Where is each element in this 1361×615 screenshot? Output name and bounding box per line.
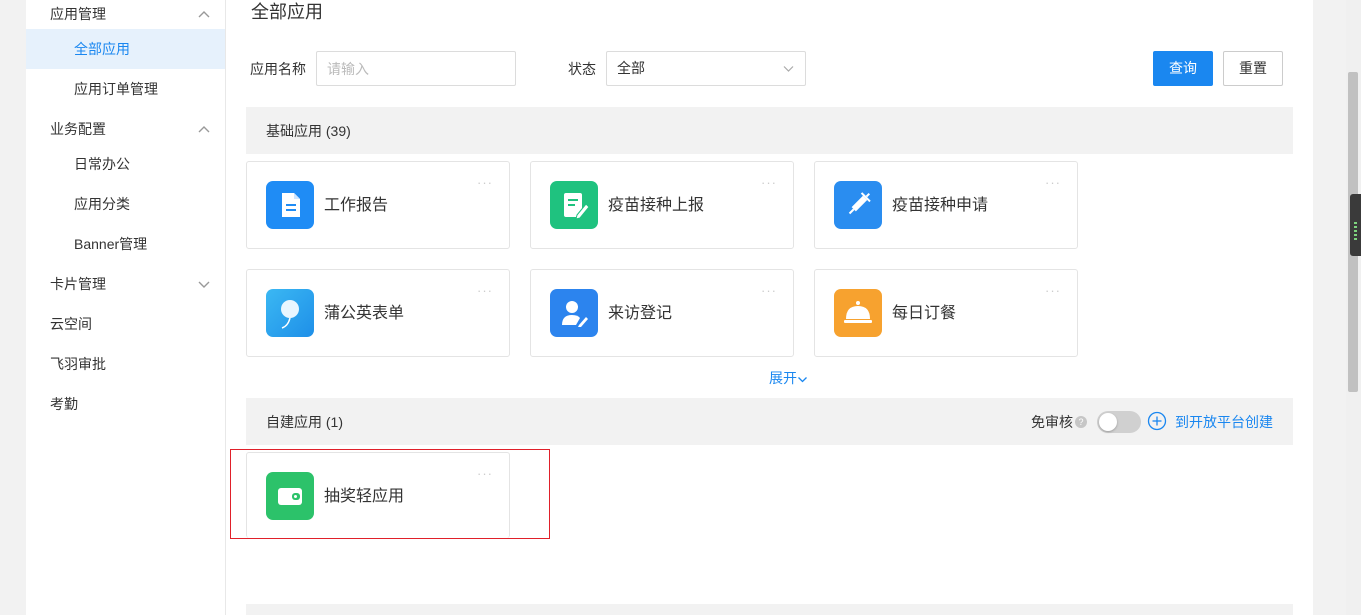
sidebar-item-label: 应用分类 (74, 196, 130, 212)
chevron-down-icon (783, 66, 794, 72)
help-icon[interactable]: ? (1075, 416, 1087, 428)
app-card-vaccine-report[interactable]: 疫苗接种上报 ··· (530, 161, 794, 249)
app-card-visitor-register[interactable]: 来访登记 ··· (530, 269, 794, 357)
app-name: 疫苗接种上报 (608, 197, 705, 214)
sidebar-group-card-management[interactable]: 卡片管理 (26, 264, 225, 304)
app-name: 蒲公英表单 (324, 305, 405, 322)
basic-apps-header: 基础应用 (39) (246, 107, 1293, 154)
highlight-box (230, 449, 550, 539)
basic-apps-title: 基础应用 (39) (266, 123, 351, 139)
next-section-header (246, 604, 1293, 615)
free-review-toggle[interactable] (1097, 411, 1141, 433)
chevron-up-icon (198, 11, 210, 18)
app-card-daily-meal[interactable]: 每日订餐 ··· (814, 269, 1078, 357)
expand-link[interactable]: 展开 (769, 368, 808, 388)
sidebar-item-label: 应用订单管理 (74, 81, 158, 97)
reset-button[interactable]: 重置 (1223, 51, 1283, 86)
expand-label: 展开 (769, 370, 797, 386)
sidebar-item-approval[interactable]: 飞羽审批 (26, 344, 225, 384)
food-cloche-icon (834, 289, 882, 337)
sidebar-item-app-category[interactable]: 应用分类 (26, 184, 225, 224)
page-title: 全部应用 (251, 2, 323, 22)
create-on-open-platform-link[interactable]: 到开放平台创建 (1175, 411, 1273, 433)
app-card-work-report[interactable]: 工作报告 ··· (246, 161, 510, 249)
main-content: 全部应用 应用名称 状态 全部 查询 重置 基础应用 (39) 工作报告 ··· (226, 0, 1313, 615)
app-name: 疫苗接种申请 (892, 197, 989, 214)
sidebar-group-label: 飞羽审批 (50, 356, 106, 372)
free-review-label: 免审核 (1031, 414, 1073, 430)
sidebar-item-daily-office[interactable]: 日常办公 (26, 144, 225, 184)
sidebar-group-label: 应用管理 (50, 6, 106, 22)
sidebar-group-business-config[interactable]: 业务配置 (26, 109, 225, 149)
app-name: 工作报告 (324, 197, 389, 214)
sidebar-item-app-orders[interactable]: 应用订单管理 (26, 69, 225, 109)
sidebar-group-label: 卡片管理 (50, 276, 106, 292)
app-name: 每日订餐 (892, 305, 957, 322)
status-select-value: 全部 (617, 60, 645, 76)
chevron-down-icon (198, 281, 210, 288)
more-icon[interactable]: ··· (1045, 284, 1061, 297)
custom-apps-tools: 免审核 ? 到开放平台创建 (1013, 411, 1273, 433)
app-name-label: 应用名称 (250, 61, 306, 77)
sidebar: 应用管理 全部应用 应用订单管理 业务配置 日常办公 应用分类 Banner管理… (26, 0, 226, 615)
more-icon[interactable]: ··· (761, 176, 777, 189)
sidebar-item-all-apps[interactable]: 全部应用 (26, 29, 225, 69)
sidebar-group-label: 云空间 (50, 316, 92, 332)
app-card-vaccine-apply[interactable]: 疫苗接种申请 ··· (814, 161, 1078, 249)
report-pen-icon (550, 181, 598, 229)
sidebar-item-attendance[interactable]: 考勤 (26, 384, 225, 424)
side-widget[interactable] (1350, 194, 1361, 256)
chevron-up-icon (198, 126, 210, 133)
sidebar-item-label: Banner管理 (74, 236, 148, 252)
toggle-knob (1099, 413, 1117, 431)
more-icon[interactable]: ··· (477, 284, 493, 297)
custom-apps-title: 自建应用 (1) (266, 414, 343, 430)
query-button[interactable]: 查询 (1153, 51, 1213, 86)
sidebar-item-label: 日常办公 (74, 156, 130, 172)
sidebar-group-label: 业务配置 (50, 121, 106, 137)
syringe-icon (834, 181, 882, 229)
plus-circle-icon[interactable] (1147, 411, 1167, 431)
visitor-icon (550, 289, 598, 337)
more-icon[interactable]: ··· (1045, 176, 1061, 189)
document-icon (266, 181, 314, 229)
more-icon[interactable]: ··· (761, 284, 777, 297)
sidebar-item-cloud-space[interactable]: 云空间 (26, 304, 225, 344)
status-select[interactable]: 全部 (606, 51, 806, 86)
app-name: 来访登记 (608, 305, 673, 322)
sidebar-group-label: 考勤 (50, 396, 78, 412)
app-card-dandelion-form[interactable]: 蒲公英表单 ··· (246, 269, 510, 357)
sidebar-item-label: 全部应用 (74, 41, 130, 57)
dandelion-icon (266, 289, 314, 337)
sidebar-item-banner[interactable]: Banner管理 (26, 224, 225, 264)
app-name-input[interactable] (316, 51, 516, 86)
custom-apps-header: 自建应用 (1) 免审核 ? 到开放平台创建 (246, 398, 1293, 445)
more-icon[interactable]: ··· (477, 176, 493, 189)
chevron-down-icon (798, 376, 807, 383)
status-label: 状态 (568, 61, 596, 77)
